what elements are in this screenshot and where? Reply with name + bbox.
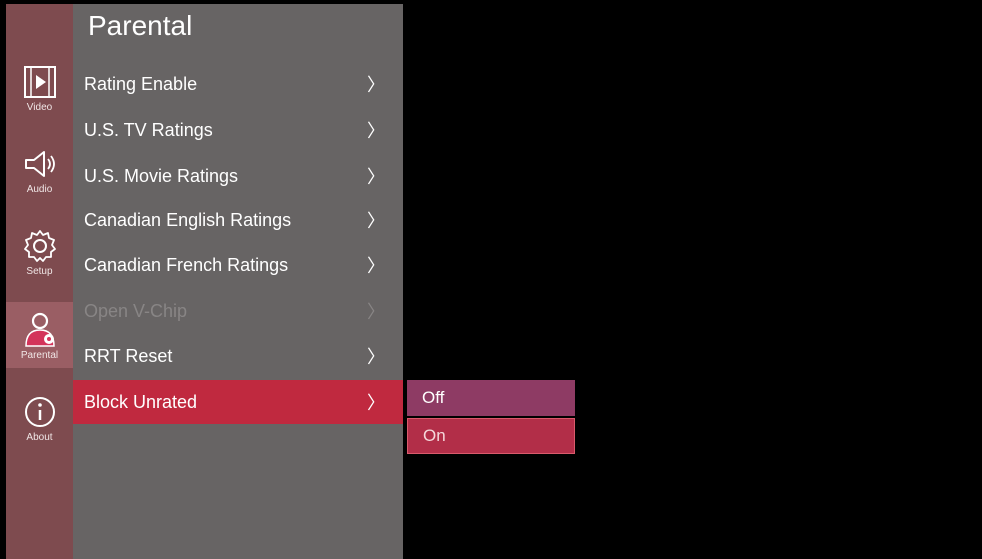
parental-menu-panel: Parental Rating Enable 〉 U.S. TV Ratings… xyxy=(73,4,403,559)
menu-item-label: U.S. Movie Ratings xyxy=(84,165,239,186)
menu-item-label: Canadian French Ratings xyxy=(84,254,289,275)
option-on[interactable]: On xyxy=(407,418,575,454)
sidebar-item-setup[interactable]: Setup xyxy=(6,218,73,284)
page-title: Parental xyxy=(88,10,193,41)
menu-item-label: Open V-Chip xyxy=(84,300,188,321)
chevron-right-icon: 〉 xyxy=(367,256,385,276)
menu-item-label: U.S. TV Ratings xyxy=(84,119,213,140)
menu-item-rrt-reset[interactable]: RRT Reset 〉 xyxy=(73,334,403,378)
sidebar-item-label: Video xyxy=(26,102,53,113)
sidebar-item-label: Parental xyxy=(20,350,59,361)
sidebar-item-label: About xyxy=(26,432,53,443)
parental-user-icon xyxy=(20,310,60,350)
chevron-right-icon: 〉 xyxy=(367,167,385,187)
chevron-right-icon: 〉 xyxy=(367,347,385,367)
sidebar-item-parental[interactable]: Parental xyxy=(6,302,73,368)
sidebar: Video Audio Setup Parental About xyxy=(6,4,73,559)
menu-item-block-unrated[interactable]: Block Unrated 〉 xyxy=(73,380,403,424)
menu-item-us-tv-ratings[interactable]: U.S. TV Ratings 〉 xyxy=(73,108,403,152)
video-icon xyxy=(20,62,60,102)
sidebar-item-video[interactable]: Video xyxy=(6,54,73,120)
sidebar-item-audio[interactable]: Audio xyxy=(6,136,73,202)
speaker-icon xyxy=(20,144,60,184)
menu-item-rating-enable[interactable]: Rating Enable 〉 xyxy=(73,62,403,106)
menu-item-open-v-chip: Open V-Chip 〉 xyxy=(73,289,403,333)
menu-item-label: Block Unrated xyxy=(84,391,198,412)
option-off[interactable]: Off xyxy=(407,380,575,416)
chevron-right-icon: 〉 xyxy=(367,393,385,413)
sidebar-item-label: Setup xyxy=(26,266,53,277)
chevron-right-icon: 〉 xyxy=(367,75,385,95)
info-icon xyxy=(20,392,60,432)
menu-item-us-movie-ratings[interactable]: U.S. Movie Ratings 〉 xyxy=(73,154,403,198)
menu-item-canadian-french-ratings[interactable]: Canadian French Ratings 〉 xyxy=(73,243,403,287)
menu-item-canadian-english-ratings[interactable]: Canadian English Ratings 〉 xyxy=(73,198,403,242)
chevron-right-icon: 〉 xyxy=(367,302,385,322)
sidebar-item-about[interactable]: About xyxy=(6,384,73,450)
chevron-right-icon: 〉 xyxy=(367,211,385,231)
menu-item-label: RRT Reset xyxy=(84,345,173,366)
chevron-right-icon: 〉 xyxy=(367,121,385,141)
gear-icon xyxy=(20,226,60,266)
sidebar-item-label: Audio xyxy=(26,184,53,195)
menu-item-label: Rating Enable xyxy=(84,73,198,94)
menu-item-label: Canadian English Ratings xyxy=(84,209,292,230)
